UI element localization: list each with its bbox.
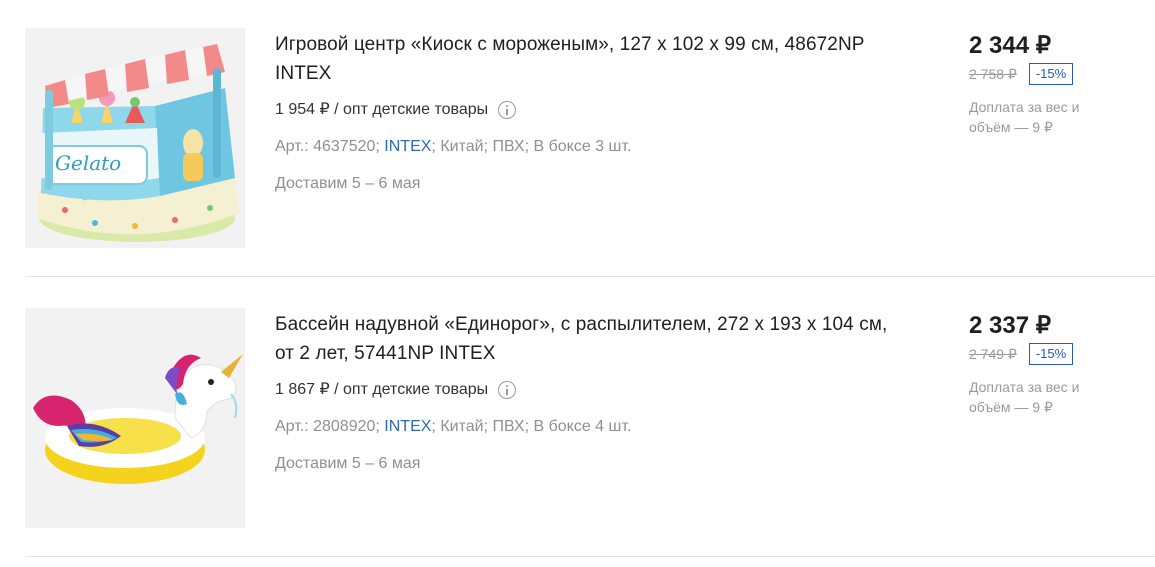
old-price-row: 2 758 ₽ -15% (969, 63, 1139, 85)
current-price: 2 344 ₽ (969, 32, 1051, 59)
discount-badge: -15% (1028, 63, 1074, 85)
product-attributes: Арт.: 2808920; INTEX; Китай; ПВХ; В бокс… (275, 416, 895, 438)
current-price: 2 337 ₽ (969, 312, 1051, 339)
price-block: 2 344 ₽ 2 758 ₽ -15% Доплата за вес и об… (969, 30, 1139, 137)
divider (25, 276, 1155, 277)
article-text: Арт.: 4637520; (275, 138, 385, 155)
info-icon[interactable] (498, 381, 517, 399)
product-info: Бассейн надувной «Единорог», с распылите… (275, 310, 895, 475)
attributes-text: ; Китай; ПВХ; В боксе 4 шт. (431, 418, 632, 435)
wholesale-price-row: 1 867 ₽ / опт детские товары (275, 379, 895, 401)
attributes-text: ; Китай; ПВХ; В боксе 3 шт. (431, 138, 632, 155)
divider (25, 556, 1155, 557)
weight-surcharge: Доплата за вес и объём — 9 ₽ (969, 99, 1080, 135)
price-block: 2 337 ₽ 2 749 ₽ -15% Доплата за вес и об… (969, 310, 1139, 417)
product-title[interactable]: Игровой центр «Киоск с мороженым», 127 x… (275, 30, 895, 88)
product-image[interactable]: Gelato (25, 28, 245, 248)
article-text: Арт.: 2808920; (275, 418, 385, 435)
old-price-row: 2 749 ₽ -15% (969, 343, 1139, 365)
product-image[interactable] (25, 308, 245, 528)
delivery-date: Доставим 5 – 6 мая (275, 175, 421, 192)
product-attributes: Арт.: 4637520; INTEX; Китай; ПВХ; В бокс… (275, 136, 895, 158)
unicorn-pool-icon (25, 308, 245, 528)
wholesale-price: 1 867 ₽ / опт детские товары (275, 381, 489, 398)
product-title[interactable]: Бассейн надувной «Единорог», с распылите… (275, 310, 895, 368)
info-icon[interactable] (498, 101, 517, 119)
svg-text:Gelato: Gelato (55, 151, 121, 175)
brand-link[interactable]: INTEX (384, 138, 431, 155)
product-info: Игровой центр «Киоск с мороженым», 127 x… (275, 30, 895, 195)
product-card: Gelato Игровой центр «Киоск с мороженым»… (0, 0, 1155, 280)
discount-badge: -15% (1028, 343, 1074, 365)
old-price: 2 749 ₽ (969, 345, 1017, 362)
delivery-date: Доставим 5 – 6 мая (275, 455, 421, 472)
weight-surcharge: Доплата за вес и объём — 9 ₽ (969, 379, 1080, 415)
old-price: 2 758 ₽ (969, 65, 1017, 82)
brand-link[interactable]: INTEX (384, 418, 431, 435)
product-card: Бассейн надувной «Единорог», с распылите… (0, 280, 1155, 560)
ice-cream-kiosk-icon: Gelato (25, 28, 245, 248)
product-list: Gelato Игровой центр «Киоск с мороженым»… (0, 0, 1155, 567)
wholesale-price-row: 1 954 ₽ / опт детские товары (275, 99, 895, 121)
wholesale-price: 1 954 ₽ / опт детские товары (275, 101, 489, 118)
